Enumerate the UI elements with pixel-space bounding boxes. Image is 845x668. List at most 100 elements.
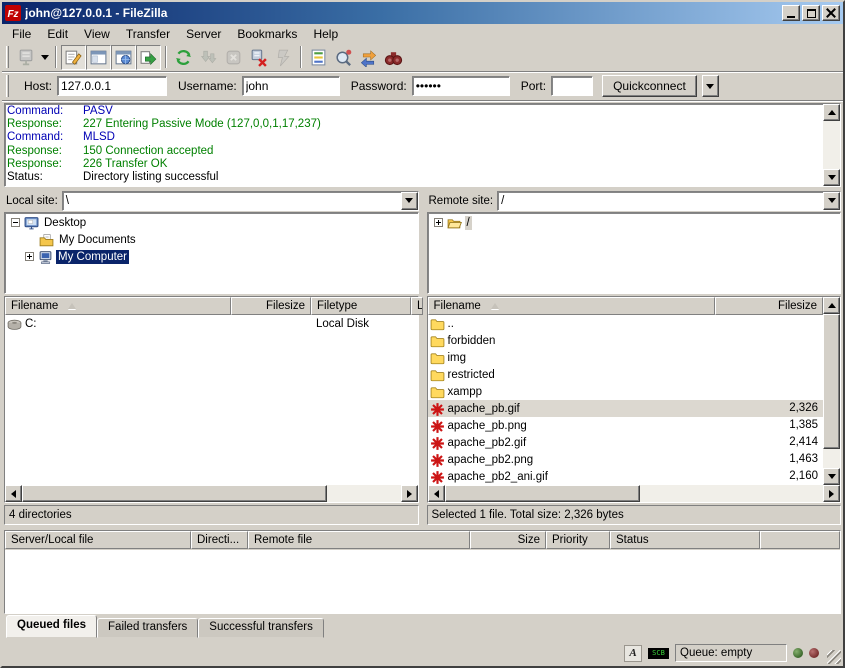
site-manager-button[interactable]: [13, 45, 38, 70]
queue-column-server-local-file[interactable]: Server/Local file: [5, 531, 191, 549]
toggle-local-tree-button[interactable]: [86, 45, 111, 70]
expand-icon[interactable]: [25, 252, 34, 261]
file-name: restricted: [448, 369, 495, 381]
sync-browsing-icon: [359, 48, 378, 67]
tree-item-desktop[interactable]: Desktop: [5, 214, 418, 231]
title-bar[interactable]: Fz john@127.0.0.1 - FileZilla: [2, 2, 843, 24]
maximize-button[interactable]: [802, 5, 820, 21]
remote-site-value: /: [498, 195, 823, 207]
log-scrollbar[interactable]: [823, 104, 840, 186]
scroll-right-button[interactable]: [823, 485, 840, 502]
local-site-dropdown[interactable]: [401, 192, 418, 210]
menu-edit[interactable]: Edit: [39, 26, 76, 42]
menu-server[interactable]: Server: [178, 26, 229, 42]
scroll-left-button[interactable]: [5, 485, 22, 502]
scroll-up-button[interactable]: [823, 297, 840, 314]
remote-file-row[interactable]: forbidden: [428, 332, 824, 349]
directory-listing-filters-button[interactable]: [306, 45, 331, 70]
tree-item-my-documents[interactable]: My Documents: [5, 231, 418, 248]
remote-file-row[interactable]: xampp: [428, 383, 824, 400]
tab-queued-files[interactable]: Queued files: [6, 615, 97, 638]
remote-file-row[interactable]: img: [428, 349, 824, 366]
remote-file-row[interactable]: apache_pb2.gif 2,414: [428, 434, 824, 451]
menu-view[interactable]: View: [76, 26, 118, 42]
local-file-row[interactable]: C: Local Disk: [5, 315, 418, 332]
username-input[interactable]: [242, 76, 340, 96]
log-line: Status:Directory listing successful: [7, 171, 838, 184]
scrollbar-thumb[interactable]: [823, 314, 840, 449]
password-input[interactable]: [412, 76, 510, 96]
menu-help[interactable]: Help: [305, 26, 346, 42]
remote-file-row[interactable]: apache_pb.png 1,385: [428, 417, 824, 434]
remote-file-row[interactable]: apache_pb2.png 1,463: [428, 451, 824, 468]
queue-column-direction[interactable]: Directi...: [191, 531, 248, 549]
scroll-down-button[interactable]: [823, 468, 840, 485]
local-column-filesize[interactable]: Filesize: [231, 297, 311, 315]
minimize-button[interactable]: [782, 5, 800, 21]
collapse-icon[interactable]: [11, 218, 20, 227]
remote-site-combobox[interactable]: /: [497, 191, 841, 211]
resize-grip[interactable]: [827, 650, 841, 664]
disconnect-button[interactable]: [246, 45, 271, 70]
scrollbar-thumb[interactable]: [22, 485, 327, 502]
remote-file-row[interactable]: restricted: [428, 366, 824, 383]
queue-column-size[interactable]: Size: [470, 531, 546, 549]
queue-body[interactable]: [5, 550, 840, 613]
toggle-transfer-queue-button[interactable]: [136, 45, 161, 70]
reconnect-button[interactable]: [271, 45, 296, 70]
scroll-down-button[interactable]: [823, 169, 840, 186]
log-line: Response:227 Entering Passive Mode (127,…: [7, 118, 838, 131]
local-site-combobox[interactable]: \: [62, 191, 419, 211]
remote-column-filename[interactable]: Filename: [428, 297, 716, 315]
remote-site-dropdown[interactable]: [823, 192, 840, 210]
menu-file[interactable]: File: [4, 26, 39, 42]
comparison-icon: [334, 48, 353, 67]
remote-site-label: Remote site:: [427, 195, 494, 207]
remote-horizontal-scrollbar[interactable]: [428, 485, 841, 502]
quickconnect-dropdown[interactable]: [702, 75, 719, 97]
scrollbar-thumb[interactable]: [445, 485, 640, 502]
quickconnect-button[interactable]: Quickconnect: [602, 75, 697, 97]
toggle-remote-tree-button[interactable]: [111, 45, 136, 70]
find-files-button[interactable]: [381, 45, 406, 70]
remote-file-row[interactable]: apache_pb2_ani.gif 2,160: [428, 468, 824, 485]
cancel-button[interactable]: [221, 45, 246, 70]
local-column-filetype[interactable]: Filetype: [311, 297, 411, 315]
close-button[interactable]: [822, 5, 840, 21]
remote-file-row-selected[interactable]: apache_pb.gif 2,326: [428, 400, 824, 417]
menu-bookmarks[interactable]: Bookmarks: [229, 26, 305, 42]
refresh-icon: [174, 48, 193, 67]
remote-vertical-scrollbar[interactable]: [823, 297, 840, 485]
host-input[interactable]: [57, 76, 167, 96]
message-log: Command:PASV Response:227 Entering Passi…: [4, 103, 841, 187]
menu-transfer[interactable]: Transfer: [118, 26, 178, 42]
local-column-filename[interactable]: Filename: [5, 297, 231, 315]
port-input[interactable]: [551, 76, 593, 96]
status-bar: A SCB Queue: empty: [2, 640, 843, 666]
refresh-button[interactable]: [171, 45, 196, 70]
directory-comparison-button[interactable]: [331, 45, 356, 70]
toolbar-grip[interactable]: [6, 46, 9, 68]
tab-failed-transfers[interactable]: Failed transfers: [97, 618, 198, 638]
desktop-icon: [24, 216, 39, 230]
queue-column-remote-file[interactable]: Remote file: [248, 531, 470, 549]
scroll-right-button[interactable]: [401, 485, 418, 502]
toggle-message-log-button[interactable]: [61, 45, 86, 70]
synchronized-browsing-button[interactable]: [356, 45, 381, 70]
queue-column-priority[interactable]: Priority: [546, 531, 610, 549]
scroll-left-button[interactable]: [428, 485, 445, 502]
local-column-last-modified[interactable]: L: [411, 297, 423, 315]
scroll-up-button[interactable]: [823, 104, 840, 121]
quickbar-grip[interactable]: [6, 75, 9, 97]
tree-item-my-computer[interactable]: My Computer: [5, 248, 418, 265]
process-queue-button[interactable]: [196, 45, 221, 70]
local-file-list: Filename Filesize Filetype L: [4, 296, 419, 503]
site-manager-dropdown[interactable]: [38, 45, 51, 70]
tab-successful-transfers[interactable]: Successful transfers: [198, 618, 324, 638]
remote-column-filesize[interactable]: Filesize: [715, 297, 823, 315]
expand-icon[interactable]: [434, 218, 443, 227]
tree-item-root[interactable]: /: [428, 214, 841, 231]
local-horizontal-scrollbar[interactable]: [5, 485, 418, 502]
remote-file-row[interactable]: ..: [428, 315, 824, 332]
queue-column-status[interactable]: Status: [610, 531, 760, 549]
